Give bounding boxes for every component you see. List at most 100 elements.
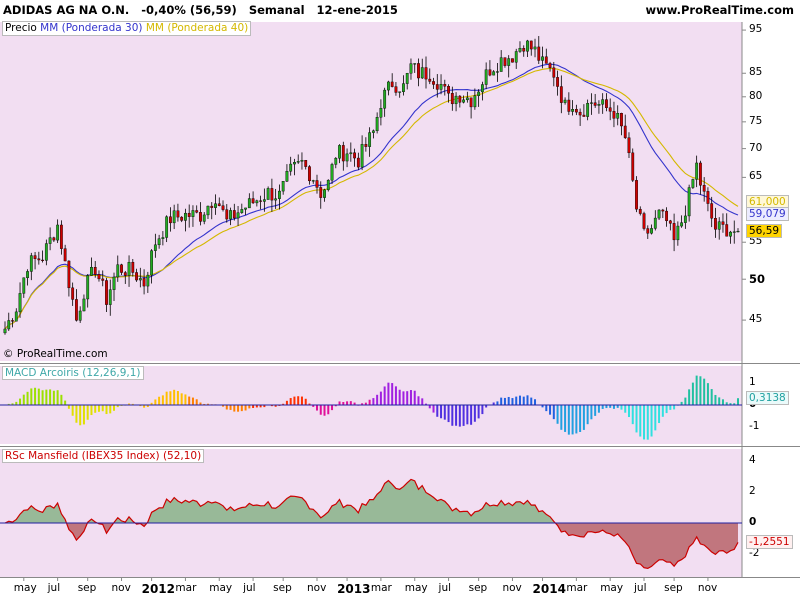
macd-bar [684, 397, 687, 405]
time-tick: sep [664, 582, 683, 594]
macd-bar [101, 405, 104, 412]
macd-bar [503, 397, 506, 405]
macd-bar [41, 390, 44, 405]
macd-bar [327, 405, 330, 415]
macd-bar [387, 382, 390, 405]
macd-bar [406, 391, 409, 405]
price-tick: 50 [749, 272, 766, 287]
macd-bar [52, 390, 55, 405]
price-tick: 85 [749, 66, 763, 79]
macd-bar [19, 398, 22, 405]
macd-bar [534, 399, 537, 405]
macd-bar [391, 383, 394, 405]
macd-bar [455, 405, 458, 426]
legend-price: Precio [5, 22, 37, 34]
macd-bar [579, 405, 582, 432]
macd-bar [530, 397, 533, 405]
macd-bar [688, 389, 691, 405]
macd-bar [176, 391, 179, 405]
price-tick: 45 [749, 313, 763, 326]
macd-bar [627, 405, 630, 418]
legend-wma40: MM (Ponderada 40) [145, 22, 249, 34]
macd-bar [526, 395, 529, 405]
time-tick: nov [502, 582, 522, 594]
macd-bar [515, 396, 518, 405]
macd-bar [518, 395, 521, 405]
time-tick: sep [273, 582, 292, 594]
macd-bar [556, 405, 559, 424]
macd-bar [409, 390, 412, 405]
macd-bar [665, 405, 668, 414]
macd-bar [571, 405, 574, 435]
macd-bar [661, 405, 664, 417]
macd-bar [549, 405, 552, 415]
macd-bar [180, 393, 183, 405]
macd-bar [612, 405, 615, 409]
time-tick: mar [370, 582, 392, 594]
macd-bar [105, 405, 108, 415]
time-tick: mar [175, 582, 197, 594]
macd-bar [71, 405, 74, 416]
macd-bar [594, 405, 597, 416]
macd-bar [158, 396, 161, 405]
macd-bar [82, 405, 85, 425]
macd-bar [331, 405, 334, 411]
time-tick: may [13, 582, 37, 594]
watermark: © ProRealTime.com [3, 348, 108, 360]
macd-bar [368, 399, 371, 405]
macd-bar [481, 405, 484, 415]
macd-bar [706, 383, 709, 405]
macd-bar [402, 391, 405, 405]
time-tick: nov [306, 582, 327, 594]
time-tick: sep [468, 582, 488, 594]
rsc-tick: 0 [749, 516, 757, 529]
time-tick: may [404, 582, 428, 594]
macd-bar [511, 398, 514, 405]
macd-bar [639, 405, 642, 437]
macd-bar [567, 405, 570, 435]
macd-bar [466, 405, 469, 425]
macd-bar [432, 405, 435, 413]
macd-bar [507, 396, 510, 405]
macd-bar [383, 386, 386, 405]
macd-bar [26, 391, 29, 405]
macd-bar [695, 375, 698, 405]
macd-bar [240, 405, 243, 412]
candle [266, 186, 270, 200]
macd-bar [703, 378, 706, 405]
macd-bar [714, 394, 717, 405]
macd-bar [620, 405, 623, 410]
rsc-tick: 2 [749, 485, 756, 498]
macd-bar [673, 405, 676, 410]
macd-bar [451, 405, 454, 426]
macd-bar [564, 405, 567, 432]
price-panel-bg [0, 22, 742, 361]
price-value-label: 56,59 [746, 224, 783, 239]
macd-bar [338, 401, 341, 405]
macd-bar [398, 389, 401, 405]
macd-bar [56, 390, 59, 405]
macd-tick: -1 [749, 419, 760, 432]
macd-bar [289, 398, 292, 405]
macd-bar [30, 388, 33, 405]
macd-bar [64, 400, 67, 405]
macd-bar [470, 405, 473, 425]
chart-canvas[interactable] [0, 0, 800, 600]
macd-bar [560, 405, 563, 430]
macd-bar [440, 405, 443, 419]
candle [511, 58, 514, 63]
macd-bar [699, 376, 702, 405]
macd-bar [372, 398, 375, 405]
macd-bar [169, 391, 172, 405]
macd-bar [346, 401, 349, 405]
macd-bar [34, 387, 37, 405]
macd-bar [22, 394, 25, 405]
time-tick: may [600, 582, 624, 594]
macd-bar [601, 405, 604, 409]
macd-bar [473, 405, 476, 422]
macd-bar [624, 405, 627, 413]
macd-bar [500, 397, 503, 405]
macd-bar [721, 399, 724, 405]
price-tick: 65 [749, 170, 763, 183]
macd-bar [49, 389, 52, 405]
